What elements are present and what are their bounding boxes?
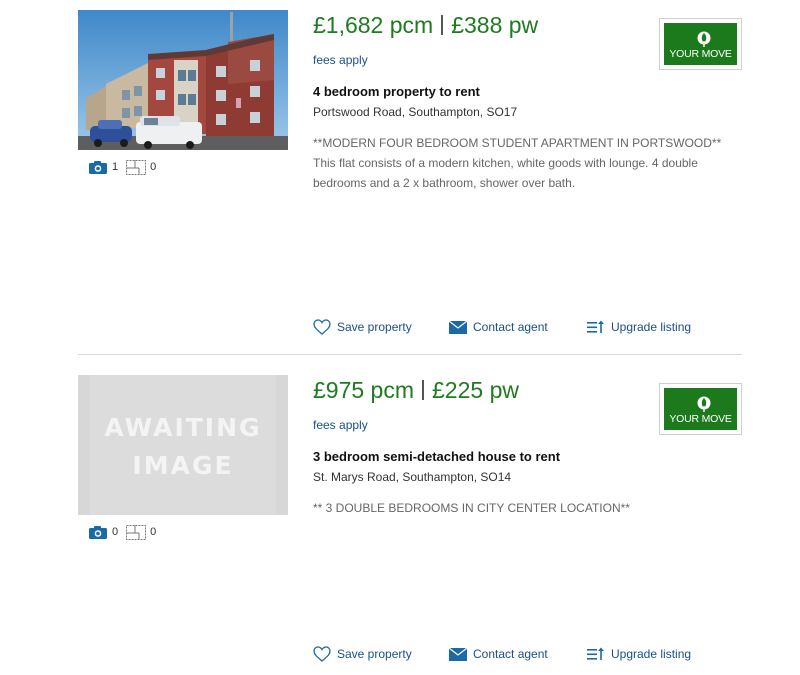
- agent-logo-text: YOUR MOVE: [669, 413, 732, 425]
- floorplan-count[interactable]: 0: [126, 524, 157, 540]
- awaiting-image-text: AWAITING IMAGE: [104, 413, 262, 480]
- heart-icon: [313, 319, 331, 335]
- price-monthly: £975 pcm: [313, 377, 415, 403]
- fees-apply-link[interactable]: fees apply: [313, 53, 368, 67]
- price[interactable]: £975 pcm £225 pw: [313, 377, 519, 404]
- upgrade-list-icon: [587, 647, 604, 660]
- price-monthly: £1,682 pcm: [313, 12, 434, 38]
- save-property-button[interactable]: Save property: [313, 646, 449, 662]
- contact-agent-label: Contact agent: [473, 320, 548, 334]
- floorplan-count[interactable]: 0: [126, 159, 157, 175]
- heart-icon: [313, 646, 331, 662]
- save-property-label: Save property: [337, 647, 412, 661]
- camera-icon: [89, 160, 107, 174]
- property-card: 1 0 £1,682 pcm £388 pw fees apply 4 bedro…: [0, 0, 800, 355]
- media-counts: 0 0: [88, 523, 164, 541]
- agent-leaf-icon: [697, 31, 711, 47]
- upgrade-list-icon: [587, 320, 604, 333]
- envelope-icon: [449, 647, 467, 661]
- photo-count[interactable]: 1: [88, 160, 119, 174]
- contact-agent-button[interactable]: Contact agent: [449, 647, 587, 661]
- price-separator: [441, 15, 444, 35]
- agent-logo-text: YOUR MOVE: [669, 48, 732, 60]
- floorplan-count-value: 0: [150, 526, 157, 538]
- upgrade-listing-button[interactable]: Upgrade listing: [587, 320, 691, 334]
- property-photo[interactable]: [78, 10, 288, 150]
- agent-logo[interactable]: YOUR MOVE: [659, 18, 742, 70]
- property-title[interactable]: 4 bedroom property to rent: [313, 84, 480, 99]
- listing-divider: [78, 354, 742, 355]
- envelope-icon: [449, 320, 467, 334]
- property-card: AWAITING IMAGE 0 0 £975 pcm £225 pw fees …: [0, 365, 800, 675]
- photo-count-value: 0: [112, 526, 119, 538]
- listing-actions: Save property Contact agent Upgrade list…: [313, 319, 691, 335]
- property-description[interactable]: **MODERN FOUR BEDROOM STUDENT APARTMENT …: [313, 133, 733, 193]
- price[interactable]: £1,682 pcm £388 pw: [313, 12, 538, 39]
- property-photo-image: [78, 10, 288, 150]
- save-property-label: Save property: [337, 320, 412, 334]
- upgrade-listing-label: Upgrade listing: [611, 647, 692, 661]
- property-title[interactable]: 3 bedroom semi-detached house to rent: [313, 449, 560, 464]
- upgrade-listing-label: Upgrade listing: [611, 320, 692, 334]
- photo-count-value: 1: [112, 161, 119, 173]
- property-photo[interactable]: AWAITING IMAGE: [78, 375, 288, 515]
- floorplan-icon: [126, 159, 147, 175]
- agent-leaf-icon: [697, 396, 711, 412]
- listing-actions: Save property Contact agent Upgrade list…: [313, 646, 691, 662]
- contact-agent-label: Contact agent: [473, 647, 548, 661]
- property-address: St. Marys Road, Southampton, SO14: [313, 470, 512, 484]
- agent-logo-background: YOUR MOVE: [664, 23, 737, 65]
- price-weekly: £225 pw: [432, 377, 519, 403]
- contact-agent-button[interactable]: Contact agent: [449, 320, 587, 334]
- camera-icon: [89, 525, 107, 539]
- price-separator: [422, 380, 425, 400]
- agent-logo[interactable]: YOUR MOVE: [659, 383, 742, 435]
- floorplan-icon: [126, 524, 147, 540]
- media-counts: 1 0: [88, 158, 164, 176]
- floorplan-count-value: 0: [150, 161, 157, 173]
- property-description[interactable]: ** 3 DOUBLE BEDROOMS IN CITY CENTER LOCA…: [313, 498, 733, 518]
- price-weekly: £388 pw: [451, 12, 539, 38]
- fees-apply-link[interactable]: fees apply: [313, 418, 368, 432]
- property-address: Portswood Road, Southampton, SO17: [313, 105, 518, 119]
- upgrade-listing-button[interactable]: Upgrade listing: [587, 647, 691, 661]
- agent-logo-background: YOUR MOVE: [664, 388, 737, 430]
- photo-count[interactable]: 0: [88, 525, 119, 539]
- save-property-button[interactable]: Save property: [313, 319, 449, 335]
